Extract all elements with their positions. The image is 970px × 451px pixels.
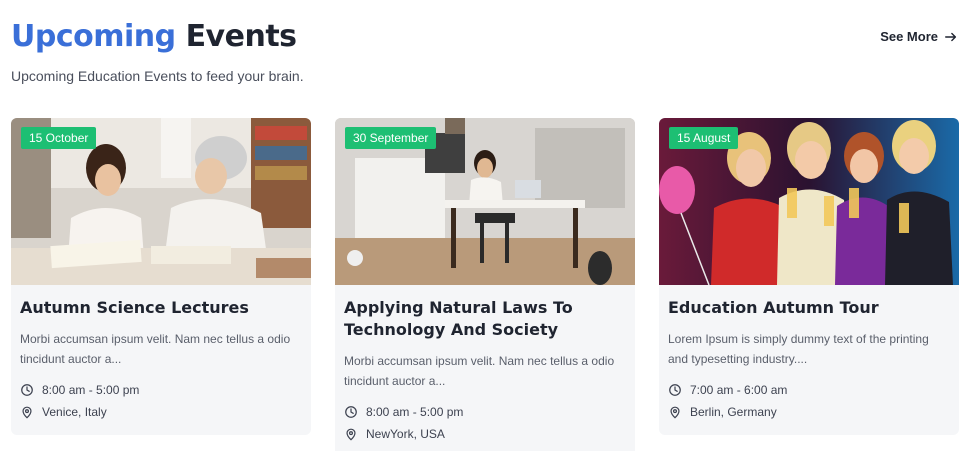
event-title[interactable]: Applying Natural Laws To Technology And … [344, 297, 626, 341]
event-date-badge: 30 September [345, 127, 437, 149]
event-title[interactable]: Education Autumn Tour [668, 297, 950, 319]
event-location: NewYork, USA [344, 423, 626, 445]
see-more-label: See More [880, 29, 938, 44]
event-image: 30 September [335, 118, 635, 285]
event-time: 7:00 am - 6:00 am [668, 379, 950, 401]
map-pin-icon [670, 406, 680, 419]
map-pin-icon [22, 406, 32, 419]
section-header: Upcoming Events Upcoming Education Event… [11, 18, 304, 84]
title-rest: Events [185, 19, 297, 54]
event-time-text: 7:00 am - 6:00 am [690, 383, 788, 397]
event-description: Lorem Ipsum is simply dummy text of the … [668, 332, 929, 366]
event-location: Venice, Italy [20, 401, 302, 423]
event-location: Berlin, Germany [668, 401, 950, 423]
event-time: 8:00 am - 5:00 pm [20, 379, 302, 401]
event-card[interactable]: 15 August Education Autumn Tour Lorem Ip… [659, 118, 959, 435]
map-pin-icon [346, 428, 356, 441]
event-time-text: 8:00 am - 5:00 pm [366, 405, 464, 419]
event-date-badge: 15 August [669, 127, 739, 149]
event-card[interactable]: 15 October Autumn Science Lectures Morbi… [11, 118, 311, 435]
title-accent: Upcoming [11, 19, 176, 54]
section-title: Upcoming Events [11, 18, 304, 56]
event-image: 15 October [11, 118, 311, 285]
event-card[interactable]: 30 September Applying Natural Laws To Te… [335, 118, 635, 451]
arrow-right-icon [945, 32, 957, 41]
section-subtitle: Upcoming Education Events to feed your b… [11, 68, 304, 84]
event-image: 15 August [659, 118, 959, 285]
event-description: Morbi accumsan ipsum velit. Nam nec tell… [20, 332, 291, 366]
event-location-text: Venice, Italy [42, 405, 107, 419]
event-time-text: 8:00 am - 5:00 pm [42, 383, 140, 397]
event-time: 8:00 am - 5:00 pm [344, 401, 626, 423]
clock-icon [669, 384, 681, 396]
event-description: Morbi accumsan ipsum velit. Nam nec tell… [344, 354, 615, 388]
events-list: 15 October Autumn Science Lectures Morbi… [11, 118, 959, 451]
event-location-text: Berlin, Germany [690, 405, 777, 419]
clock-icon [21, 384, 33, 396]
event-title[interactable]: Autumn Science Lectures [20, 297, 302, 319]
event-date-badge: 15 October [21, 127, 97, 149]
event-location-text: NewYork, USA [366, 427, 445, 441]
clock-icon [345, 406, 357, 418]
see-more-link[interactable]: See More [880, 29, 958, 44]
